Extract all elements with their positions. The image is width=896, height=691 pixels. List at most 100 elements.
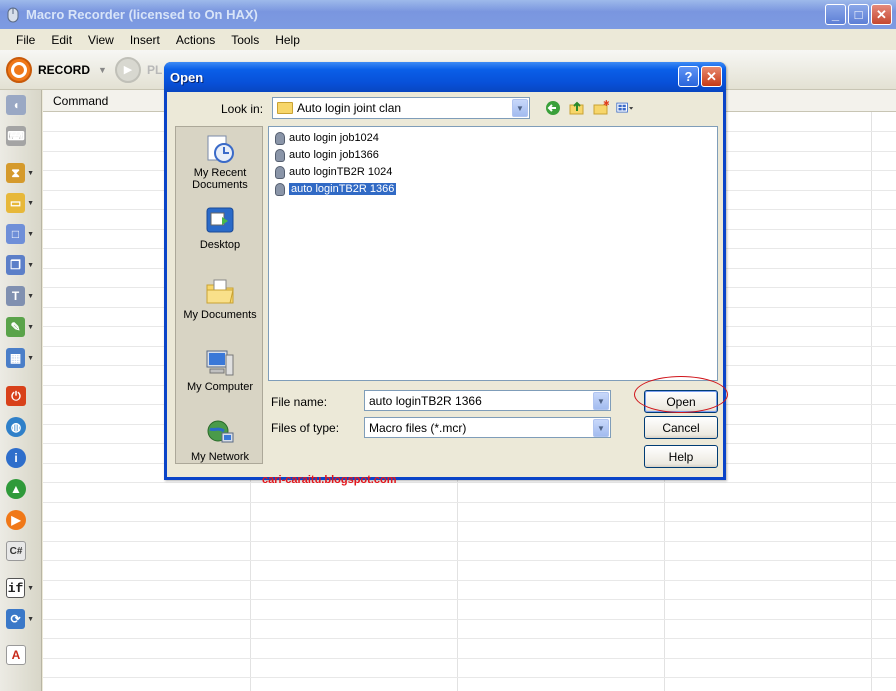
help-button[interactable]: Help <box>644 445 718 468</box>
maximize-button[interactable]: □ <box>848 4 869 25</box>
loop-tool[interactable]: ⟳ ▼ <box>6 607 34 631</box>
text-tool[interactable]: T ▼ <box>6 284 34 308</box>
file-name: auto loginTB2R 1024 <box>289 166 393 178</box>
my-documents-icon <box>206 279 234 304</box>
menu-edit[interactable]: Edit <box>43 33 80 47</box>
action-toolbar: ◖ ⌨ ⧗ ▼ ▭ ▼ □ ▼ ❐ ▼ T ▼ ✎ ▼ ▦ ▼ ⏻ ◍ i ▲ ▶ C# if… <box>0 90 42 691</box>
window-dropdown-icon[interactable]: ▼ <box>27 200 34 207</box>
menu-help[interactable]: Help <box>267 33 308 47</box>
grid-row-line <box>43 599 896 600</box>
record-dropdown-icon[interactable]: ▼ <box>98 65 107 75</box>
chevron-down-icon[interactable]: ▼ <box>593 419 609 437</box>
image-tool[interactable]: ▦ ▼ <box>6 346 34 370</box>
my-computer-icon <box>206 350 234 376</box>
grid-row-line <box>43 521 896 522</box>
eyedropper-dropdown-icon[interactable]: ▼ <box>27 324 34 331</box>
text-dropdown-icon[interactable]: ▼ <box>27 293 34 300</box>
place-recent[interactable]: My Recent Documents <box>176 133 264 191</box>
csharp-icon: C# <box>6 541 26 561</box>
new-folder-icon[interactable]: ✱ <box>592 99 610 117</box>
grid-row-line <box>43 502 896 503</box>
file-type-select[interactable]: Macro files (*.mcr) ▼ <box>364 417 611 438</box>
csharp-tool[interactable]: C# <box>6 539 34 563</box>
web-tool[interactable]: ◍ <box>6 415 34 439</box>
file-type-label: Files of type: <box>271 421 340 435</box>
file-name-value: auto loginTB2R 1366 <box>369 393 482 408</box>
menu-file[interactable]: File <box>8 33 43 47</box>
info-icon: i <box>6 448 26 468</box>
menu-tools[interactable]: Tools <box>223 33 267 47</box>
folder-icon <box>277 102 293 114</box>
window-frame-tool[interactable]: □ ▼ <box>6 222 34 246</box>
dialog-help-button[interactable]: ? <box>678 66 699 87</box>
eyedropper-icon: ✎ <box>6 317 26 337</box>
menu-bar: File Edit View Insert Actions Tools Help <box>0 29 896 50</box>
look-in-label: Look in: <box>221 102 264 116</box>
place-my-computer[interactable]: My Computer <box>176 347 264 393</box>
place-my-network[interactable]: My Network <box>176 417 264 463</box>
mouse-tool[interactable]: ◖ <box>6 93 34 117</box>
app-icon <box>7 7 19 22</box>
my-network-icon <box>207 420 234 443</box>
chevron-down-icon[interactable]: ▼ <box>512 99 528 117</box>
up-folder-icon[interactable] <box>568 99 586 117</box>
window-tool[interactable]: ▭ ▼ <box>6 191 34 215</box>
list-item[interactable]: auto login job1024 <box>275 130 379 146</box>
window-frame-dropdown-icon[interactable]: ▼ <box>27 231 34 238</box>
image-icon: ▦ <box>6 348 26 368</box>
menu-insert[interactable]: Insert <box>122 33 168 47</box>
look-in-value: Auto login joint clan <box>297 101 402 115</box>
loop-icon: ⟳ <box>6 609 26 629</box>
eyedropper-tool[interactable]: ✎ ▼ <box>6 315 34 339</box>
chevron-down-icon[interactable]: ▼ <box>593 392 609 410</box>
list-item[interactable]: auto loginTB2R 1024 <box>275 164 392 180</box>
clipboard-tool[interactable]: ❐ ▼ <box>6 253 34 277</box>
text-a-tool[interactable]: A <box>6 643 34 667</box>
run-macro-tool[interactable]: ▶ <box>6 508 34 532</box>
clipboard-icon: ❐ <box>6 255 26 275</box>
record-button[interactable]: RECORD ▼ <box>6 56 107 83</box>
file-list[interactable]: auto login job1024 auto login job1366 au… <box>268 126 718 381</box>
grid-divider <box>871 112 872 691</box>
grid-row-line <box>43 580 896 581</box>
clipboard-dropdown-icon[interactable]: ▼ <box>27 262 34 269</box>
keyboard-tool[interactable]: ⌨ <box>6 124 34 148</box>
globe-icon: ◍ <box>6 417 26 437</box>
image-dropdown-icon[interactable]: ▼ <box>27 355 34 362</box>
play-label: PL <box>146 62 163 77</box>
delay-tool[interactable]: ⧗ ▼ <box>6 161 34 185</box>
place-my-documents[interactable]: My Documents <box>176 275 264 321</box>
macro-file-icon <box>275 131 285 145</box>
close-button[interactable]: ✕ <box>871 4 892 25</box>
menu-actions[interactable]: Actions <box>168 33 223 47</box>
dialog-title: Open <box>170 69 204 85</box>
loop-dropdown-icon[interactable]: ▼ <box>27 616 34 623</box>
hourglass-icon: ⧗ <box>6 163 26 183</box>
download-tool[interactable]: ▲ <box>6 477 34 501</box>
cancel-button[interactable]: Cancel <box>644 416 718 439</box>
if-tool[interactable]: if ▼ <box>6 576 34 600</box>
delay-dropdown-icon[interactable]: ▼ <box>27 170 34 177</box>
dialog-close-button[interactable]: ✕ <box>701 66 722 87</box>
text-icon: T <box>6 286 26 306</box>
file-name-field[interactable]: auto loginTB2R 1366 ▼ <box>364 390 611 411</box>
grid-row-line <box>43 560 896 561</box>
grid-row-line <box>43 619 896 620</box>
view-menu-icon[interactable] <box>616 99 634 117</box>
look-in-combo[interactable]: Auto login joint clan ▼ <box>272 97 530 119</box>
stop-tool[interactable]: ⏻ <box>6 384 34 408</box>
back-icon[interactable] <box>544 99 562 117</box>
menu-view[interactable]: View <box>80 33 122 47</box>
command-column-header[interactable]: Command <box>53 94 108 108</box>
macro-file-icon <box>275 148 285 162</box>
list-item[interactable]: auto login job1366 <box>275 147 379 163</box>
window-frame-icon: □ <box>6 224 26 244</box>
list-item-selected[interactable]: auto loginTB2R 1366 <box>275 181 397 197</box>
place-desktop[interactable]: Desktop <box>176 205 264 251</box>
play-button[interactable]: ▶ PL <box>114 56 163 83</box>
minimize-button[interactable]: _ <box>825 4 846 25</box>
if-dropdown-icon[interactable]: ▼ <box>27 585 34 592</box>
if-icon: if <box>6 578 26 598</box>
info-tool[interactable]: i <box>6 446 34 470</box>
macro-file-icon <box>275 182 285 196</box>
